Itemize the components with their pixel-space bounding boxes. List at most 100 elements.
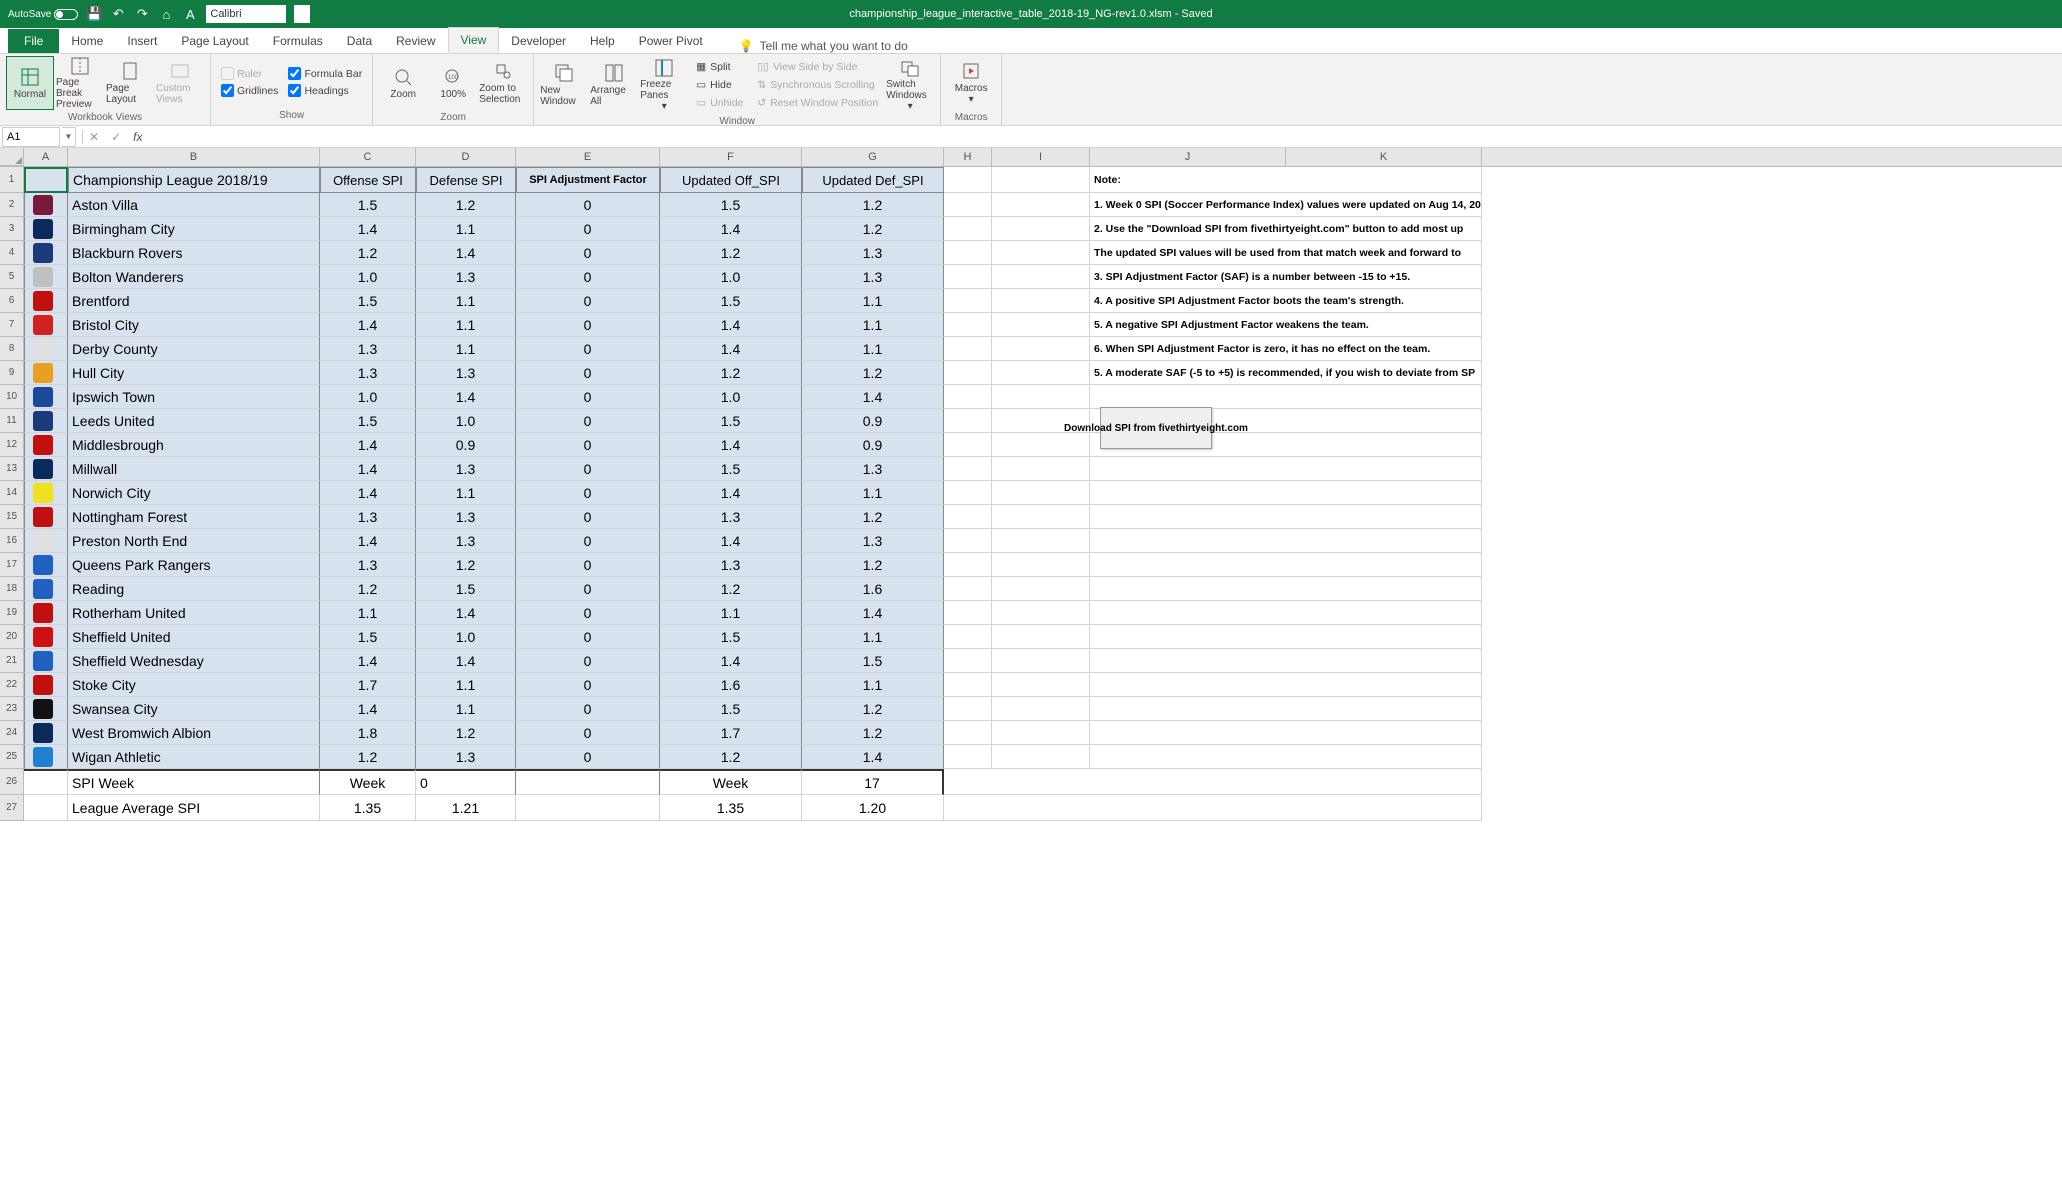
row-header[interactable]: 17 xyxy=(0,553,24,577)
cell[interactable] xyxy=(944,361,992,385)
cell[interactable]: 1.4 xyxy=(416,649,516,673)
cell[interactable]: 1.0 xyxy=(416,409,516,433)
cell[interactable]: League Average SPI xyxy=(68,795,320,821)
cell[interactable]: Updated Off_SPI xyxy=(660,167,802,193)
cell[interactable]: 6. When SPI Adjustment Factor is zero, i… xyxy=(1090,337,1482,361)
row-header[interactable]: 15 xyxy=(0,505,24,529)
cell[interactable]: 0 xyxy=(516,433,660,457)
cell[interactable] xyxy=(24,481,68,505)
cell[interactable] xyxy=(944,481,992,505)
cell[interactable]: Week xyxy=(660,769,802,795)
row-header[interactable]: 3 xyxy=(0,217,24,241)
cell[interactable]: 1.4 xyxy=(416,385,516,409)
cell[interactable]: 1.5 xyxy=(320,409,416,433)
new-window-button[interactable]: New Window xyxy=(540,58,588,112)
cell[interactable]: 1.1 xyxy=(416,697,516,721)
row-header[interactable]: 4 xyxy=(0,241,24,265)
cell[interactable]: 1.2 xyxy=(802,697,944,721)
cell[interactable]: Norwich City xyxy=(68,481,320,505)
cell[interactable]: Preston North End xyxy=(68,529,320,553)
cell[interactable]: 1.2 xyxy=(320,241,416,265)
cell[interactable]: 1.2 xyxy=(660,361,802,385)
cell[interactable]: 1.4 xyxy=(660,481,802,505)
cell[interactable]: 1.4 xyxy=(660,649,802,673)
cell[interactable]: 0 xyxy=(516,265,660,289)
cell[interactable]: 1.2 xyxy=(802,721,944,745)
cell[interactable] xyxy=(944,553,992,577)
cell[interactable]: 1.2 xyxy=(660,577,802,601)
cell[interactable]: 1.1 xyxy=(416,673,516,697)
cell[interactable]: 1.2 xyxy=(320,577,416,601)
row-header[interactable]: 19 xyxy=(0,601,24,625)
cell[interactable]: 0 xyxy=(516,745,660,769)
tab-power-pivot[interactable]: Power Pivot xyxy=(627,29,715,53)
cell[interactable]: 1.5 xyxy=(416,577,516,601)
cell[interactable]: 1.0 xyxy=(320,265,416,289)
cell[interactable]: 1.1 xyxy=(416,289,516,313)
cell[interactable]: 1.4 xyxy=(802,601,944,625)
cell[interactable] xyxy=(992,745,1090,769)
cell[interactable] xyxy=(24,649,68,673)
cell[interactable] xyxy=(992,649,1090,673)
cell[interactable]: 1.0 xyxy=(660,385,802,409)
cell[interactable] xyxy=(24,361,68,385)
cell[interactable]: 1.3 xyxy=(416,457,516,481)
cell[interactable]: 1.4 xyxy=(660,433,802,457)
cell[interactable]: 0 xyxy=(516,313,660,337)
cell[interactable]: Download SPI from fivethirtyeight.com xyxy=(1090,409,1482,433)
cell[interactable] xyxy=(944,193,992,217)
cell[interactable]: 1.1 xyxy=(320,601,416,625)
row-header[interactable]: 26 xyxy=(0,769,24,795)
cell[interactable]: 1.4 xyxy=(660,337,802,361)
cell[interactable]: 1.1 xyxy=(416,481,516,505)
row-header[interactable]: 18 xyxy=(0,577,24,601)
tab-formulas[interactable]: Formulas xyxy=(261,29,335,53)
fx-icon[interactable]: fx xyxy=(127,130,148,144)
cell[interactable] xyxy=(24,385,68,409)
cell[interactable]: 1.3 xyxy=(416,745,516,769)
zoom-button[interactable]: Zoom xyxy=(379,56,427,110)
cell[interactable] xyxy=(944,289,992,313)
cell[interactable]: 2. Use the "Download SPI from fivethirty… xyxy=(1090,217,1482,241)
cell[interactable]: 0 xyxy=(516,673,660,697)
freeze-panes-button[interactable]: Freeze Panes ▾ xyxy=(640,58,688,112)
cell[interactable]: Rotherham United xyxy=(68,601,320,625)
cell[interactable]: 1.35 xyxy=(660,795,802,821)
cell[interactable]: 1.4 xyxy=(802,745,944,769)
cell[interactable] xyxy=(944,337,992,361)
cell[interactable]: 1.1 xyxy=(802,481,944,505)
cell[interactable]: 1.0 xyxy=(660,265,802,289)
cell[interactable] xyxy=(944,385,992,409)
cell[interactable] xyxy=(24,217,68,241)
cell[interactable]: 1.4 xyxy=(660,529,802,553)
save-icon[interactable]: 💾 xyxy=(86,6,102,22)
cell[interactable] xyxy=(24,721,68,745)
cell[interactable]: Birmingham City xyxy=(68,217,320,241)
formula-input[interactable] xyxy=(148,127,2062,147)
cell[interactable]: 0 xyxy=(516,337,660,361)
cell[interactable]: 5. A moderate SAF (-5 to +5) is recommen… xyxy=(1090,361,1482,385)
cell[interactable]: 0 xyxy=(516,217,660,241)
cell[interactable]: 0 xyxy=(516,505,660,529)
cell[interactable] xyxy=(1090,649,1482,673)
cell[interactable]: 1.4 xyxy=(416,601,516,625)
cell[interactable]: 1.5 xyxy=(802,649,944,673)
tab-home[interactable]: Home xyxy=(59,29,115,53)
row-header[interactable]: 11 xyxy=(0,409,24,433)
row-header[interactable]: 14 xyxy=(0,481,24,505)
cell[interactable]: 1.21 xyxy=(416,795,516,821)
cell[interactable]: Note: xyxy=(1090,167,1482,193)
cell[interactable] xyxy=(24,795,68,821)
cell[interactable]: Ipswich Town xyxy=(68,385,320,409)
cell[interactable] xyxy=(944,625,992,649)
cell[interactable] xyxy=(992,289,1090,313)
cell[interactable]: 1.4 xyxy=(416,241,516,265)
cell[interactable] xyxy=(24,505,68,529)
cell[interactable]: Queens Park Rangers xyxy=(68,553,320,577)
cell[interactable]: 1.3 xyxy=(416,529,516,553)
cell[interactable]: 1.4 xyxy=(320,697,416,721)
cell[interactable]: 1.4 xyxy=(320,433,416,457)
cell[interactable]: 1.5 xyxy=(320,289,416,313)
cell[interactable]: 1.4 xyxy=(802,385,944,409)
cell[interactable]: Swansea City xyxy=(68,697,320,721)
